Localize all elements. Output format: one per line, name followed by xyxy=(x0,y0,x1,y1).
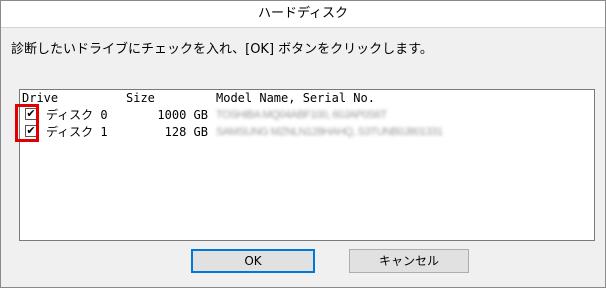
drive-list[interactable]: Drive Size Model Name, Serial No. ✔ ディスク… xyxy=(19,89,595,241)
drive-1-model-serial: SAMSUNG MZNLN128HAHQ, S3TUNB0J801331 xyxy=(216,126,443,138)
drive-0-model-serial: TOSHIBA MQ04ABF100, 60JAP0S6T xyxy=(216,109,387,121)
column-header-drive[interactable]: Drive xyxy=(22,91,58,105)
drive-row-1[interactable]: ✔ ディスク 1 128 GB SAMSUNG MZNLN128HAHQ, S3… xyxy=(20,124,592,140)
drive-1-checkbox[interactable]: ✔ xyxy=(25,125,37,137)
drive-1-size: 128 GB xyxy=(164,125,208,139)
drive-1-name: ディスク 1 xyxy=(46,125,108,139)
drive-0-name: ディスク 0 xyxy=(46,108,108,122)
drive-0-size: 1000 GB xyxy=(157,108,208,122)
column-header-size[interactable]: Size xyxy=(126,91,155,105)
instruction-text: 診断したいドライブにチェックを入れ、[OK] ボタンをクリックします。 xyxy=(11,42,433,57)
window-title: ハードディスク xyxy=(1,1,605,28)
ok-button[interactable]: OK xyxy=(191,249,315,273)
drive-row-0[interactable]: ✔ ディスク 0 1000 GB TOSHIBA MQ04ABF100, 60J… xyxy=(20,107,592,123)
drive-0-checkbox[interactable]: ✔ xyxy=(25,108,37,120)
column-header-model[interactable]: Model Name, Serial No. xyxy=(216,91,375,105)
dialog-window: ハードディスク 診断したいドライブにチェックを入れ、[OK] ボタンをクリックし… xyxy=(0,0,606,288)
cancel-button[interactable]: キャンセル xyxy=(349,249,469,273)
